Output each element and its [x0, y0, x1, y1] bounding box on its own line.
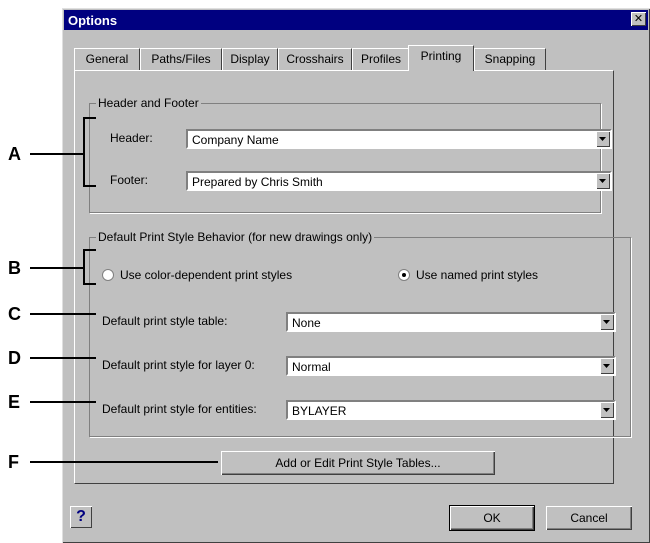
tab-general[interactable]: General [74, 48, 140, 70]
callout-e: E [8, 392, 21, 412]
callout-c: C [8, 304, 21, 324]
tab-label: Display [230, 52, 270, 66]
radio-button[interactable] [398, 269, 410, 281]
layer0-value: Normal [292, 360, 331, 374]
layer0-combo[interactable]: Normal [286, 356, 616, 376]
tab-label: Crosshairs [286, 52, 344, 66]
radio-color-dependent[interactable]: Use color-dependent print styles [102, 268, 352, 284]
header-combo[interactable]: Company Name [186, 129, 612, 149]
options-dialog: Options ✕ General Paths/Files Display Cr… [62, 8, 650, 543]
tab-display[interactable]: Display [222, 48, 278, 70]
radio-named[interactable]: Use named print styles [398, 268, 598, 284]
button-label: Add or Edit Print Style Tables... [275, 456, 441, 470]
tab-label: Paths/Files [151, 52, 211, 66]
button-label: OK [483, 511, 501, 525]
entities-label: Default print style for entities: [102, 402, 257, 416]
group-label: Default Print Style Behavior (for new dr… [96, 230, 375, 244]
callout-d: D [8, 348, 21, 368]
entities-combo[interactable]: BYLAYER [286, 400, 616, 420]
callout-b: B [8, 258, 21, 278]
tab-crosshairs[interactable]: Crosshairs [278, 48, 352, 70]
radio-label: Use named print styles [416, 268, 539, 282]
layer0-label: Default print style for layer 0: [102, 358, 255, 372]
title-bar[interactable]: Options ✕ [64, 10, 648, 30]
entities-value: BYLAYER [292, 404, 347, 418]
chevron-down-icon[interactable] [596, 173, 610, 189]
callout-a: A [8, 144, 21, 164]
footer-combo[interactable]: Prepared by Chris Smith [186, 171, 612, 191]
header-value: Company Name [192, 133, 279, 147]
style-table-combo[interactable]: None [286, 312, 616, 332]
help-icon: ? [76, 508, 86, 525]
footer-label: Footer: [110, 173, 149, 187]
tab-label: Snapping [484, 52, 536, 66]
add-edit-print-style-tables-button[interactable]: Add or Edit Print Style Tables... [221, 451, 495, 475]
header-footer-group: Header and Footer Header: Company Name F… [89, 96, 612, 213]
window-title: Options [68, 13, 118, 28]
printing-panel: Header and Footer Header: Company Name F… [74, 70, 631, 484]
radio-button[interactable] [102, 269, 114, 281]
chevron-down-icon[interactable] [600, 314, 614, 330]
ok-button[interactable]: OK [449, 505, 535, 531]
cancel-button[interactable]: Cancel [546, 506, 632, 530]
tab-paths-files[interactable]: Paths/Files [140, 48, 222, 70]
tab-label: Printing [420, 49, 462, 63]
chevron-down-icon[interactable] [596, 131, 610, 147]
tab-printing[interactable]: Printing [408, 45, 474, 71]
tab-label: Profiles [360, 52, 401, 66]
chevron-down-icon[interactable] [600, 402, 614, 418]
group-label: Header and Footer [96, 96, 201, 110]
tab-label: General [85, 52, 129, 66]
footer-value: Prepared by Chris Smith [192, 175, 323, 189]
print-style-group: Default Print Style Behavior (for new dr… [89, 230, 631, 437]
header-label: Header: [110, 131, 153, 145]
button-label: Cancel [570, 511, 608, 525]
tab-snapping[interactable]: Snapping [474, 48, 546, 70]
help-button[interactable]: ? [70, 506, 92, 528]
chevron-down-icon[interactable] [600, 358, 614, 374]
radio-dot [402, 273, 406, 277]
close-button[interactable]: ✕ [631, 12, 646, 26]
close-icon: ✕ [633, 13, 644, 25]
radio-label: Use color-dependent print styles [120, 268, 293, 282]
style-table-label: Default print style table: [102, 314, 228, 328]
tab-profiles[interactable]: Profiles [352, 48, 410, 70]
style-table-value: None [292, 316, 321, 330]
callout-f: F [8, 452, 19, 472]
